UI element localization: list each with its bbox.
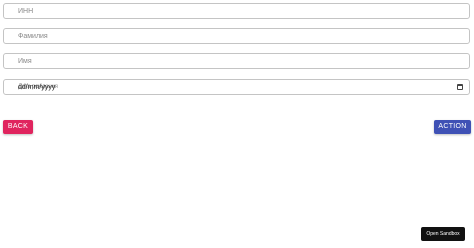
birthdate-field[interactable]: Дата рождения dd/mm/yyyy — [3, 79, 470, 95]
inn-placeholder: ИНН — [18, 8, 34, 15]
surname-field[interactable]: Фамилия — [3, 28, 470, 44]
calendar-icon[interactable] — [457, 84, 463, 90]
action-button[interactable]: ACTION — [434, 120, 471, 134]
page: ИНН Фамилия Имя Дата рождения dd/mm/yyyy… — [0, 0, 474, 248]
inn-field[interactable]: ИНН — [3, 3, 470, 19]
name-placeholder: Имя — [18, 58, 32, 65]
birthdate-value: dd/mm/yyyy — [18, 84, 56, 91]
surname-placeholder: Фамилия — [18, 33, 48, 40]
back-button[interactable]: BACK — [3, 120, 33, 134]
name-field[interactable]: Имя — [3, 53, 470, 69]
open-sandbox-button[interactable]: Open Sandbox — [421, 227, 465, 241]
